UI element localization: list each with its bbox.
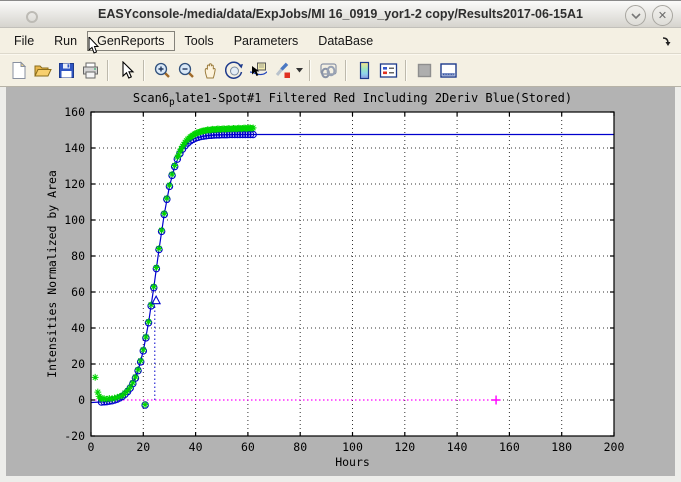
new-figure-button[interactable]	[6, 59, 30, 83]
svg-text:120: 120	[64, 177, 85, 191]
svg-text:40: 40	[189, 440, 203, 454]
menu-item-parameters[interactable]: Parameters	[224, 31, 309, 51]
link-plot-button[interactable]	[316, 59, 340, 83]
data-cursor-icon	[249, 61, 268, 80]
shade-button[interactable]	[625, 5, 646, 26]
mouse-cursor-icon	[88, 37, 100, 54]
caret-down-icon	[296, 68, 303, 73]
app-window: EASYconsole-/media/data/ExpJobs/MI 16_09…	[0, 0, 681, 482]
legend-icon	[379, 61, 398, 80]
svg-text:40: 40	[71, 321, 85, 335]
svg-text:100: 100	[64, 213, 85, 227]
disabled-square-icon	[415, 61, 434, 80]
svg-text:180: 180	[551, 440, 572, 454]
svg-text:140: 140	[64, 141, 85, 155]
dock-figure-button[interactable]	[436, 59, 460, 83]
titlebar: EASYconsole-/media/data/ExpJobs/MI 16_09…	[0, 0, 681, 28]
svg-text:120: 120	[394, 440, 415, 454]
brush-button[interactable]	[270, 59, 294, 83]
zoom-in-button[interactable]	[150, 59, 174, 83]
svg-text:0: 0	[88, 440, 95, 454]
chevron-down-icon	[630, 10, 642, 22]
hand-icon	[201, 61, 220, 80]
toolbar-separator	[143, 60, 145, 81]
toolbar-separator	[107, 60, 109, 81]
menu-item-run[interactable]: Run	[44, 31, 87, 51]
svg-text:60: 60	[241, 440, 255, 454]
svg-text:160: 160	[499, 440, 520, 454]
svg-text:Scan6plate1-Spot#1 Filtered Re: Scan6plate1-Spot#1 Filtered Red Includin…	[133, 91, 572, 108]
menu-item-label: GenReports	[97, 34, 164, 48]
zoom-in-icon	[153, 61, 172, 80]
legend-button[interactable]	[376, 59, 400, 83]
svg-text:Intensities Normalized by Area: Intensities Normalized by Area	[45, 170, 59, 378]
printer-icon	[81, 61, 100, 80]
svg-text:100: 100	[342, 440, 363, 454]
menu-item-file[interactable]: File	[4, 31, 44, 51]
pan-button[interactable]	[198, 59, 222, 83]
toolbar-separator	[345, 60, 347, 81]
svg-text:160: 160	[64, 105, 85, 119]
svg-text:80: 80	[71, 249, 85, 263]
svg-text:20: 20	[136, 440, 150, 454]
svg-text:0: 0	[78, 393, 85, 407]
toolbar-separator	[309, 60, 311, 81]
toolbar-separator	[405, 60, 407, 81]
dock-arrow-icon[interactable]	[661, 35, 673, 47]
close-button[interactable]: ✕	[652, 5, 673, 26]
brush-dropdown-button[interactable]	[294, 59, 304, 83]
save-figure-button[interactable]	[54, 59, 78, 83]
chain-link-icon	[319, 61, 338, 80]
menu-item-tools[interactable]: Tools	[175, 31, 224, 51]
open-folder-icon	[33, 61, 52, 80]
rotate-3d-button[interactable]	[222, 59, 246, 83]
svg-text:60: 60	[71, 285, 85, 299]
svg-text:20: 20	[71, 357, 85, 371]
svg-text:80: 80	[293, 440, 307, 454]
colorbar-icon	[355, 61, 374, 80]
new-document-icon	[9, 61, 28, 80]
toolbar	[0, 54, 681, 87]
plot-tools-off-button[interactable]	[412, 59, 436, 83]
svg-text:-20: -20	[64, 429, 85, 443]
zoom-out-icon	[177, 61, 196, 80]
brush-icon	[273, 61, 292, 80]
save-floppy-icon	[57, 61, 76, 80]
colorbar-button[interactable]	[352, 59, 376, 83]
plot-canvas[interactable]: 020406080100120140160180200-200204060801…	[6, 87, 675, 476]
svg-text:200: 200	[604, 440, 625, 454]
pointer-tool-button[interactable]	[114, 59, 138, 83]
menubar: File Run GenReports Tools Parameters Dat…	[0, 28, 681, 54]
print-button[interactable]	[78, 59, 102, 83]
data-cursor-button[interactable]	[246, 59, 270, 83]
svg-text:Hours: Hours	[335, 455, 370, 469]
open-file-button[interactable]	[30, 59, 54, 83]
menu-item-genreports[interactable]: GenReports	[87, 31, 174, 51]
arrow-cursor-icon	[117, 61, 136, 80]
window-title: EASYconsole-/media/data/ExpJobs/MI 16_09…	[0, 7, 681, 21]
zoom-out-button[interactable]	[174, 59, 198, 83]
window-menu-icon[interactable]	[26, 11, 38, 23]
dock-figure-icon	[439, 61, 458, 80]
menu-item-database[interactable]: DataBase	[308, 31, 383, 51]
svg-text:140: 140	[447, 440, 468, 454]
figure-area: 020406080100120140160180200-200204060801…	[0, 87, 681, 482]
rotate-3d-icon	[225, 61, 244, 80]
